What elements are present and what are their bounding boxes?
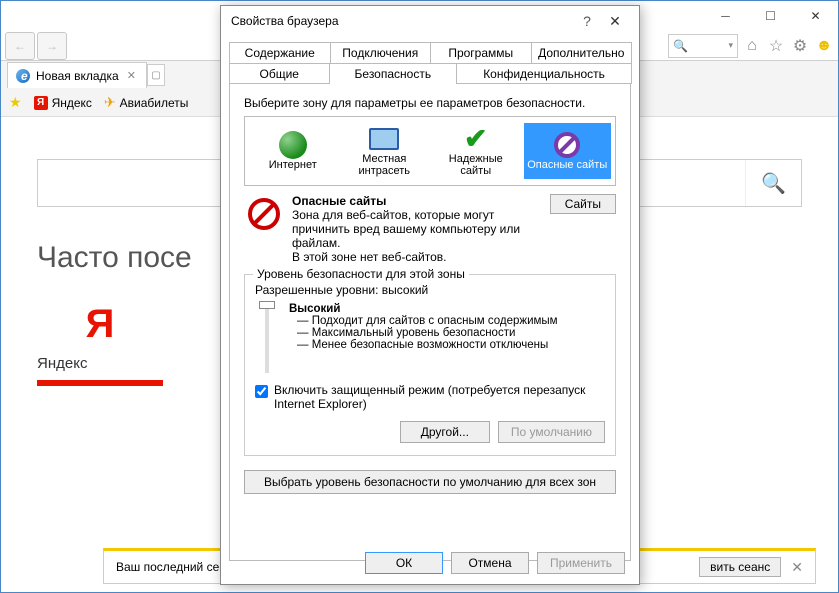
tile-underline [37,380,163,386]
add-favorite-button[interactable]: ★ [9,94,22,111]
new-tab-button[interactable]: ▢ [147,64,165,86]
zone-restricted[interactable]: Опасные сайты [524,123,612,179]
zone-prompt: Выберите зону для параметры ее параметро… [244,96,616,110]
browser-tab[interactable]: Новая вкладка ✕ [7,62,147,88]
dropdown-icon: ▾ [728,40,733,51]
home-icon[interactable]: ⌂ [742,36,762,56]
smiley-icon[interactable]: ☻ [814,36,834,56]
globe-icon [277,131,309,159]
zone-desc-line1: Зона для веб-сайтов, которые могут причи… [292,208,542,250]
arrow-left-icon: ← [14,39,26,53]
restricted-large-icon [244,194,284,264]
ok-button[interactable]: ОК [365,552,443,574]
protected-mode-label: Включить защищенный режим (потребуется п… [274,383,605,411]
yandex-icon: Я [34,96,48,110]
favorite-avia[interactable]: ✈ Авиабилеты [104,94,188,111]
reset-all-zones-button[interactable]: Выбрать уровень безопасности по умолчани… [244,470,616,494]
custom-level-button[interactable]: Другой... [400,421,490,443]
tile-yandex[interactable]: Я [37,299,163,349]
tab-connections[interactable]: Подключения [330,42,432,63]
favorite-label: Авиабилеты [120,96,189,110]
forward-button[interactable]: → [37,32,67,60]
zone-desc-line2: В этой зоне нет веб-сайтов. [292,250,542,264]
slider-thumb[interactable] [259,301,275,309]
sites-button[interactable]: Сайты [550,194,616,214]
plane-icon: ✈ [104,94,116,111]
arrow-right-icon: → [46,39,58,53]
tab-content[interactable]: Содержание [229,42,331,63]
restore-session-button[interactable]: вить сеанс [699,557,781,577]
dialog-title: Свойства браузера [231,14,573,28]
restricted-icon [551,131,583,159]
monitor-icon [368,125,400,153]
dialog-close-button[interactable]: ✕ [601,13,629,30]
star-icon: ★ [9,94,22,111]
zone-label: Надежные сайты [434,153,518,177]
level-bullet: — Подходит для сайтов с опасным содержим… [289,315,605,327]
tab-general[interactable]: Общие [229,63,330,84]
dialog-footer: ОК Отмена Применить [221,552,639,574]
tab-close-icon[interactable]: ✕ [125,69,138,82]
level-legend: Уровень безопасности для этой зоны [253,267,469,281]
search-icon: 🔍 [673,39,688,53]
favorite-label: Яндекс [52,96,92,110]
tile-letter: Я [86,302,115,347]
tab-title: Новая вкладка [36,69,119,83]
zone-label: Местная интрасеть [343,153,427,177]
quick-search-box[interactable]: 🔍 ▾ [668,34,738,58]
dialog-titlebar: Свойства браузера ? ✕ [221,6,639,36]
default-level-button[interactable]: По умолчанию [498,421,605,443]
zone-list: Интернет Местная интрасеть ✔ Надежные са… [244,116,616,186]
protected-mode-checkbox[interactable] [255,385,268,398]
check-icon: ✔ [460,125,492,153]
level-bullet: — Максимальный уровень безопасности [289,327,605,339]
security-tab-panel: Выберите зону для параметры ее параметро… [229,83,631,561]
apply-button[interactable]: Применить [537,552,625,574]
favorite-yandex[interactable]: Я Яндекс [34,96,92,110]
zone-label: Опасные сайты [527,159,607,171]
back-button[interactable]: ← [5,32,35,60]
minimize-button[interactable]: ─ [703,2,748,30]
selected-zone-name: Опасные сайты [292,194,542,208]
tab-privacy[interactable]: Конфиденциальность [456,63,632,84]
level-bullet: — Менее безопасные возможности отключены [289,339,605,351]
zone-trusted[interactable]: ✔ Надежные сайты [432,123,520,179]
security-slider[interactable] [265,303,269,373]
allowed-levels: Разрешенные уровни: высокий [255,283,605,297]
cancel-button[interactable]: Отмена [451,552,529,574]
tools-gear-icon[interactable]: ⚙ [790,36,810,56]
help-button[interactable]: ? [573,13,601,29]
magnifier-icon: 🔍 [761,171,786,196]
level-name: Высокий [289,303,605,315]
ie-tab-icon [16,69,30,83]
internet-options-dialog: Свойства браузера ? ✕ Содержание Подключ… [220,5,640,585]
close-button[interactable]: ✕ [793,2,838,30]
bar-close-icon[interactable]: ✕ [791,559,803,576]
bar-text: Ваш последний се [116,560,219,574]
tab-programs[interactable]: Программы [430,42,532,63]
zone-label: Интернет [269,159,317,171]
tab-security[interactable]: Безопасность [329,63,458,84]
zone-intranet[interactable]: Местная интрасеть [341,123,429,179]
page-search-button[interactable]: 🔍 [745,160,801,206]
favorites-star-icon[interactable]: ☆ [766,36,786,56]
zone-internet[interactable]: Интернет [249,123,337,179]
security-level-group: Уровень безопасности для этой зоны Разре… [244,274,616,456]
tab-advanced[interactable]: Дополнительно [531,42,633,63]
maximize-button[interactable]: ☐ [748,2,793,30]
